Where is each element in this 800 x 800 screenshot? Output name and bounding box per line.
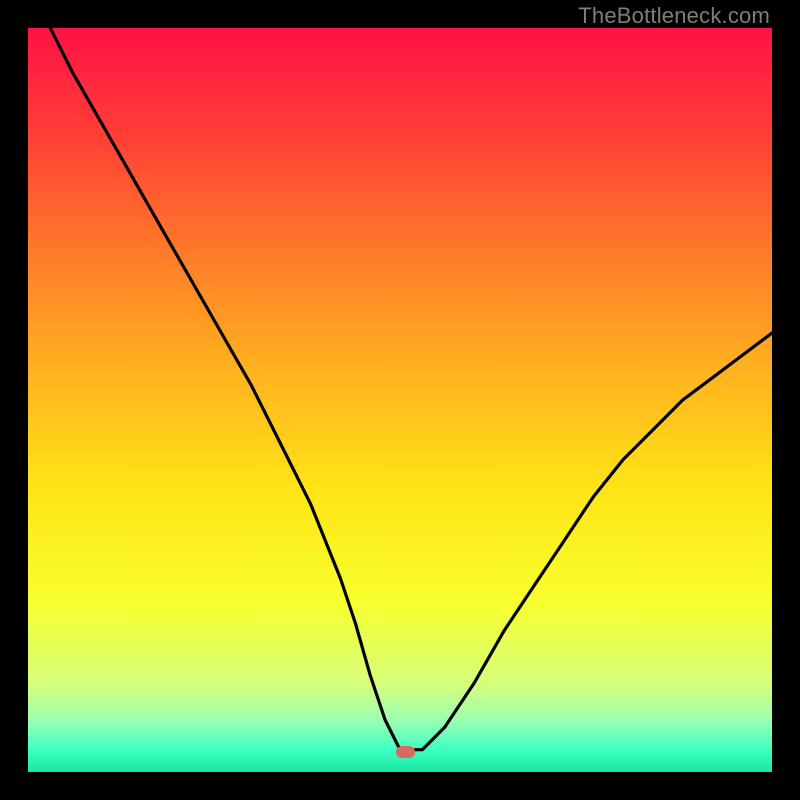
optimal-point-marker (396, 746, 415, 758)
watermark-text: TheBottleneck.com (578, 3, 770, 29)
chart-frame: TheBottleneck.com (0, 0, 800, 800)
bottleneck-curve (28, 28, 772, 772)
plot-area (28, 28, 772, 772)
